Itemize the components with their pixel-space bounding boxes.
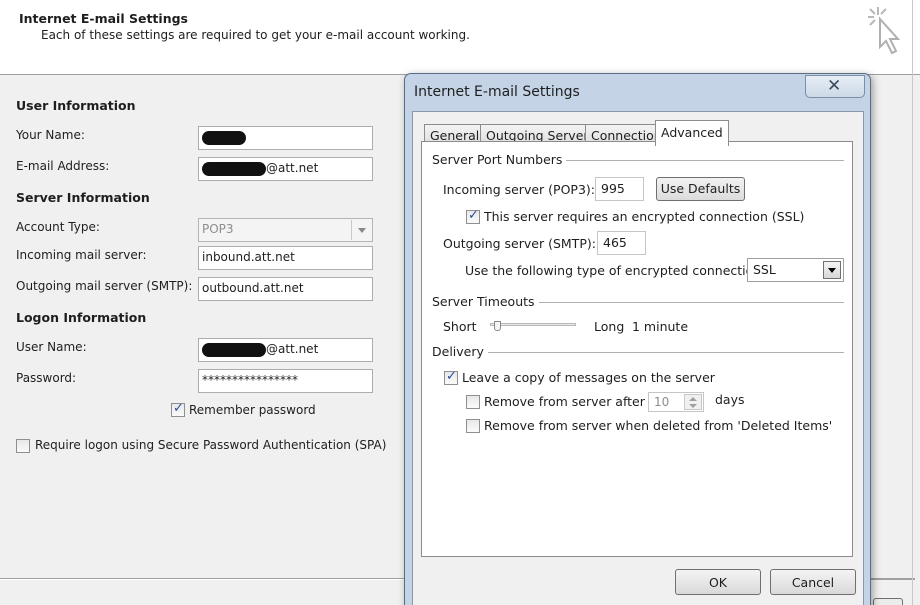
- remember-password-label: Remember password: [189, 403, 316, 417]
- close-button[interactable]: ✕: [805, 75, 865, 98]
- redacted-username: [202, 342, 266, 357]
- your-name-input[interactable]: [198, 126, 373, 150]
- chevron-down-icon: [823, 261, 841, 279]
- timeout-value-label: 1 minute: [632, 319, 689, 334]
- spa-label: Require logon using Secure Password Auth…: [35, 438, 387, 452]
- spa-checkbox[interactable]: [16, 439, 30, 453]
- wizard-header: Internet E-mail Settings Each of these s…: [0, 0, 920, 75]
- leave-copy-label: Leave a copy of messages on the server: [462, 370, 715, 385]
- incoming-port-label: Incoming server (POP3):: [443, 182, 595, 197]
- chevron-down-icon: [351, 220, 371, 240]
- remove-deleted-label: Remove from server when deleted from 'De…: [484, 418, 833, 433]
- days-label: days: [715, 392, 745, 407]
- outgoing-port-label: Outgoing server (SMTP):: [443, 236, 596, 251]
- advanced-tab-panel: Server Port Numbers Incoming server (POP…: [421, 141, 853, 557]
- ok-button[interactable]: OK: [675, 569, 761, 595]
- server-information-heading: Server Information: [16, 190, 150, 205]
- encryption-type-select[interactable]: SSL: [747, 258, 844, 282]
- account-type-select: POP3: [198, 218, 373, 242]
- remember-password-checkbox[interactable]: [171, 401, 185, 417]
- email-address-input[interactable]: @att.net: [198, 157, 373, 181]
- wizard-subtitle: Each of these settings are required to g…: [41, 28, 470, 42]
- account-type-label: Account Type:: [16, 220, 100, 234]
- server-timeouts-heading: Server Timeouts: [432, 294, 539, 309]
- wizard-next-button[interactable]: [873, 598, 903, 605]
- remove-deleted-checkbox[interactable]: [466, 419, 480, 433]
- remove-after-label: Remove from server after: [484, 394, 645, 409]
- dialog-client: General Outgoing Server Connection Advan…: [412, 111, 864, 605]
- ssl-required-checkbox[interactable]: [466, 208, 480, 224]
- tab-advanced[interactable]: Advanced: [655, 120, 729, 146]
- dialog-title: Internet E-mail Settings: [414, 84, 580, 100]
- leave-copy-checkbox[interactable]: [444, 369, 458, 385]
- remove-after-checkbox[interactable]: [466, 395, 480, 409]
- wizard-footer-divider: [0, 578, 410, 580]
- password-input[interactable]: ****************: [198, 369, 373, 393]
- user-name-input[interactable]: @att.net: [198, 338, 373, 362]
- password-label: Password:: [16, 371, 77, 385]
- outgoing-mail-server-input[interactable]: outbound.att.net: [198, 277, 373, 301]
- user-information-heading: User Information: [16, 98, 136, 113]
- group-divider: [432, 352, 844, 353]
- logon-information-heading: Logon Information: [16, 310, 147, 325]
- account-type-value: POP3: [202, 222, 234, 236]
- delivery-heading: Delivery: [432, 344, 488, 359]
- timeout-long-label: Long: [594, 319, 625, 334]
- timeout-short-label: Short: [443, 319, 477, 334]
- internet-email-settings-dialog: Internet E-mail Settings ✕ General Outgo…: [404, 73, 871, 605]
- timeout-slider-thumb[interactable]: [493, 321, 501, 331]
- incoming-mail-server-input[interactable]: inbound.att.net: [198, 246, 373, 270]
- remove-after-days-spinner[interactable]: 10: [648, 392, 704, 412]
- encryption-type-value: SSL: [753, 262, 776, 277]
- spinner-arrows-icon[interactable]: [684, 394, 702, 410]
- server-port-numbers-heading: Server Port Numbers: [432, 152, 567, 167]
- outgoing-mail-server-label: Outgoing mail server (SMTP):: [16, 279, 193, 293]
- incoming-mail-server-label: Incoming mail server:: [16, 248, 147, 262]
- wizard-right-edge: [912, 0, 913, 605]
- wizard-footer-divider-right: [870, 578, 915, 580]
- email-address-label: E-mail Address:: [16, 159, 110, 173]
- encryption-type-label: Use the following type of encrypted conn…: [465, 263, 766, 278]
- incoming-port-input[interactable]: 995: [595, 177, 644, 201]
- cursor-sparkle-icon: [868, 7, 901, 55]
- redacted-name: [202, 130, 246, 145]
- close-icon: ✕: [827, 76, 842, 96]
- username-suffix: @att.net: [266, 342, 319, 356]
- use-defaults-button[interactable]: Use Defaults: [656, 177, 745, 201]
- remove-after-days-value: 10: [654, 395, 670, 409]
- user-name-label: User Name:: [16, 340, 87, 354]
- outgoing-port-input[interactable]: 465: [597, 231, 646, 255]
- email-suffix: @att.net: [266, 161, 319, 175]
- ssl-required-label: This server requires an encrypted connec…: [484, 209, 805, 224]
- wizard-title: Internet E-mail Settings: [19, 11, 188, 26]
- redacted-email: [202, 161, 266, 176]
- cancel-button[interactable]: Cancel: [770, 569, 856, 595]
- your-name-label: Your Name:: [16, 128, 85, 142]
- timeout-slider-track[interactable]: [490, 323, 576, 326]
